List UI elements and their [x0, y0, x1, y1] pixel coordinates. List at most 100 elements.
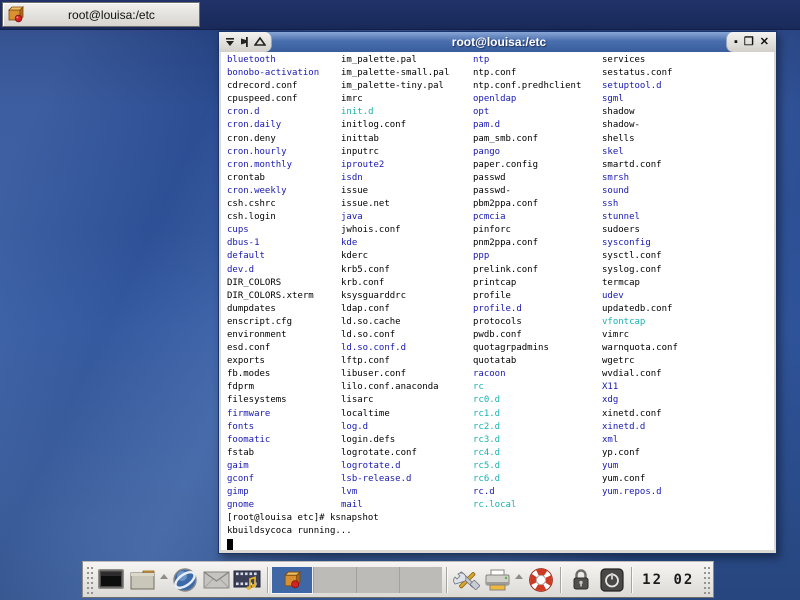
file-entry: services: [602, 54, 678, 67]
file-entry: kderc: [341, 250, 449, 263]
file-entry: rc.d: [473, 486, 581, 499]
web-browser-launcher[interactable]: [171, 565, 200, 595]
file-entry: ld.so.cache: [341, 316, 449, 329]
file-entry: log.d: [341, 421, 449, 434]
file-entry: pam_smb.conf: [473, 133, 581, 146]
terminal-output-area[interactable]: bluetoothbonobo-activationcdrecord.confc…: [221, 52, 774, 550]
taskbar-window-button[interactable]: root@louisa:/etc: [2, 2, 200, 27]
file-entry: lisarc: [341, 394, 449, 407]
file-entry: inittab: [341, 133, 449, 146]
tools-icon: [453, 566, 481, 594]
lifesaver-help-icon: [527, 566, 555, 594]
printer-launcher[interactable]: [483, 565, 512, 595]
file-entry: bonobo-activation: [227, 67, 319, 80]
pager-desktop-1-active[interactable]: [271, 566, 313, 594]
file-entry: exports: [227, 355, 319, 368]
file-entry: sgml: [602, 93, 678, 106]
help-launcher[interactable]: [526, 565, 555, 595]
file-entry: smartd.conf: [602, 159, 678, 172]
file-entry: fb.modes: [227, 368, 319, 381]
lock-screen-button[interactable]: [566, 565, 595, 595]
utilities-launcher[interactable]: [452, 565, 481, 595]
file-entry: dbus-1: [227, 237, 319, 250]
pin-icon[interactable]: [239, 36, 251, 48]
file-entry: termcap: [602, 277, 678, 290]
file-entry: ppp: [473, 250, 581, 263]
file-entry: quotatab: [473, 355, 581, 368]
file-column-3: ntpntp.confntp.conf.predhclientopenldapo…: [473, 54, 581, 512]
file-entry: fdprm: [227, 381, 319, 394]
file-entry: rc6.d: [473, 473, 581, 486]
file-entry: updatedb.conf: [602, 303, 678, 316]
home-folder-icon: [129, 568, 156, 592]
logout-power-button[interactable]: [597, 565, 626, 595]
file-entry: isdn: [341, 172, 449, 185]
file-entry: dumpdates: [227, 303, 319, 316]
file-entry: inputrc: [341, 146, 449, 159]
file-entry: fonts: [227, 421, 319, 434]
popup-arrow-icon[interactable]: [160, 574, 168, 579]
file-entry: im_palette-small.pal: [341, 67, 449, 80]
file-entry: xml: [602, 434, 678, 447]
popup-arrow-icon[interactable]: [515, 574, 523, 579]
file-entry: ntp.conf: [473, 67, 581, 80]
multimedia-launcher[interactable]: [233, 565, 262, 595]
file-entry: racoon: [473, 368, 581, 381]
file-entry: sudoers: [602, 224, 678, 237]
file-entry: quotagrpadmins: [473, 342, 581, 355]
terminal-display-icon: [97, 568, 125, 592]
file-entry: ssh: [602, 198, 678, 211]
file-entry: gaim: [227, 460, 319, 473]
close-button[interactable]: ✕: [760, 32, 769, 52]
file-entry: wvdial.conf: [602, 368, 678, 381]
shade-icon[interactable]: [254, 36, 266, 48]
file-entry: ld.so.conf: [341, 329, 449, 342]
mail-launcher[interactable]: [202, 565, 231, 595]
minimize-button[interactable]: ▪: [734, 32, 738, 52]
file-entry: shells: [602, 133, 678, 146]
file-entry: logrotate.conf: [341, 447, 449, 460]
file-entry: localtime: [341, 408, 449, 421]
file-entry: dev.d: [227, 264, 319, 277]
terminal-display-launcher[interactable]: [97, 565, 126, 595]
panel-handle-left[interactable]: [86, 566, 93, 594]
titlebar-right-buttons: ▪ ❐ ✕: [726, 32, 776, 52]
file-entry: udev: [602, 290, 678, 303]
panel-separator: [267, 567, 268, 593]
terminal-window: root@louisa:/etc ▪ ❐ ✕ bluetoothbonobo-a…: [218, 31, 777, 554]
file-entry: gconf: [227, 473, 319, 486]
window-titlebar[interactable]: root@louisa:/etc ▪ ❐ ✕: [219, 32, 776, 52]
mail-envelope-icon: [203, 570, 230, 590]
pager-desktop-4[interactable]: [399, 567, 442, 593]
file-entry: mail: [341, 499, 449, 512]
taskbar-window-button-label: root@louisa:/etc: [24, 8, 199, 22]
printer-icon: [484, 568, 511, 592]
home-folder-launcher[interactable]: [128, 565, 157, 595]
file-entry: lftp.conf: [341, 355, 449, 368]
file-entry: xinetd.conf: [602, 408, 678, 421]
window-menu-icon[interactable]: [224, 36, 236, 48]
pager-desktop-2[interactable]: [313, 567, 356, 593]
file-entry: issue: [341, 185, 449, 198]
panel-handle-right[interactable]: [703, 566, 710, 594]
file-entry: ntp: [473, 54, 581, 67]
file-entry: rc5.d: [473, 460, 581, 473]
file-entry: ld.so.conf.d: [341, 342, 449, 355]
file-entry: pam.d: [473, 119, 581, 132]
shell-status-line: kbuildsycoca running...: [227, 525, 352, 538]
file-entry: rc1.d: [473, 408, 581, 421]
file-entry: bluetooth: [227, 54, 319, 67]
panel-clock[interactable]: 12 02: [642, 572, 694, 588]
file-entry: lsb-release.d: [341, 473, 449, 486]
file-entry: DIR_COLORS: [227, 277, 319, 290]
file-entry: csh.login: [227, 211, 319, 224]
file-entry: gnome: [227, 499, 319, 512]
terminal-cursor: [227, 539, 233, 550]
pager-desktop-3[interactable]: [356, 567, 399, 593]
file-entry: csh.cshrc: [227, 198, 319, 211]
file-entry: paper.config: [473, 159, 581, 172]
file-entry: opt: [473, 106, 581, 119]
file-entry: skel: [602, 146, 678, 159]
file-entry: cron.hourly: [227, 146, 319, 159]
maximize-button[interactable]: ❐: [744, 32, 754, 52]
